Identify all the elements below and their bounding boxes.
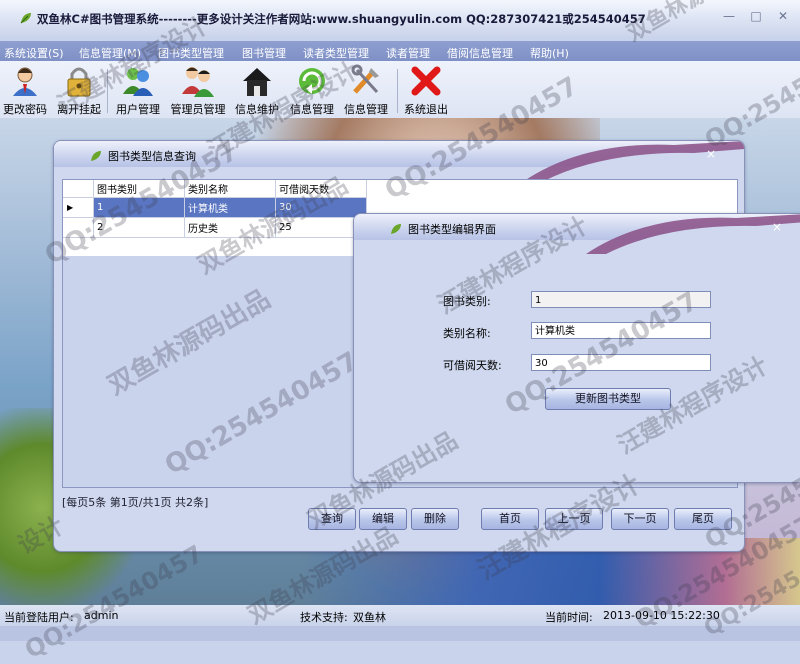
current-user-label: 当前登陆用户: [4, 611, 74, 624]
cell-category[interactable]: 2 [93, 217, 185, 238]
menu-system-settings[interactable]: 系统设置(S) [4, 45, 64, 61]
query-window-title: 图书类型信息查询 [108, 150, 196, 163]
next-page-button[interactable]: 下一页 [611, 508, 669, 530]
titlebar-wave-decoration [586, 214, 800, 254]
edit-window-close-button[interactable]: × [772, 220, 782, 234]
lock-icon [67, 67, 91, 97]
pager-info: [每页5条 第1页/共1页 共2条] [62, 496, 209, 509]
prev-page-button[interactable]: 上一页 [545, 508, 603, 530]
update-book-type-button[interactable]: 更新图书类型 [545, 388, 671, 410]
current-time-label: 当前时间: [545, 611, 593, 624]
query-window-close-button[interactable]: × [706, 147, 716, 161]
edit-window-titlebar: 图书类型编辑界面 × [354, 214, 800, 254]
close-button[interactable]: ✕ [772, 8, 794, 24]
home-icon [243, 68, 271, 96]
delete-button[interactable]: 删除 [411, 508, 459, 530]
menu-reader-management[interactable]: 读者管理 [386, 45, 430, 61]
maximize-button[interactable]: □ [745, 8, 767, 24]
refresh-icon [299, 68, 325, 94]
toolbar-info-management-tools-button[interactable]: 信息管理 [342, 64, 390, 117]
toolbar-label: 离开挂起 [57, 103, 101, 116]
first-page-button[interactable]: 首页 [481, 508, 539, 530]
tech-support-label: 技术支持: [300, 611, 348, 624]
toolbar-label: 信息管理 [290, 103, 334, 116]
cell-name[interactable]: 历史类 [184, 217, 276, 238]
menu-borrow-management[interactable]: 借阅信息管理 [447, 45, 513, 61]
menu-bar: 系统设置(S) 信息管理(M) 图书类型管理 图书管理 读者类型管理 读者管理 … [0, 41, 800, 61]
toolbar-exit-button[interactable]: 系统退出 [402, 64, 450, 117]
column-header-days[interactable]: 可借阅天数 [275, 180, 367, 198]
user-key-icon [13, 67, 37, 96]
toolbar-label: 信息管理 [344, 103, 388, 116]
status-bar: 当前登陆用户: admin 技术支持: 双鱼林 当前时间: 2013-09-10… [0, 605, 800, 626]
app-titlebar: 双鱼林C#图书管理系统--------更多设计关注作者网站:www.shuang… [0, 0, 800, 38]
admins-icon [182, 67, 214, 97]
days-label: 可借阅天数: [443, 359, 502, 372]
menu-help[interactable]: 帮助(H) [530, 45, 569, 61]
users-icon [123, 68, 153, 96]
cell-category[interactable]: 1 [93, 197, 185, 218]
row-indicator: ▶ [63, 197, 94, 218]
book-type-table: 图书类别 类别名称 可借阅天数 ▶ 1 计算机类 30 2 历史类 25 [63, 180, 367, 238]
column-header-category[interactable]: 图书类别 [93, 180, 185, 198]
current-time-value: 2013-09-10 15:22:30 [603, 609, 720, 622]
toolbar-change-password-button[interactable]: 更改密码 [2, 64, 48, 117]
row-indicator [63, 217, 94, 238]
toolbar-label: 管理员管理 [170, 103, 226, 116]
toolbar-label: 信息维护 [235, 103, 279, 116]
window-leaf-icon [91, 151, 101, 161]
table-header-row: 图书类别 类别名称 可借阅天数 [63, 180, 367, 198]
toolbar-user-management-button[interactable]: 用户管理 [114, 64, 162, 117]
row-indicator-header [63, 180, 94, 198]
toolbar-label: 更改密码 [3, 103, 47, 116]
menu-book-type-management[interactable]: 图书类型管理 [158, 45, 224, 61]
menu-info-management[interactable]: 信息管理(M) [79, 45, 141, 61]
toolbar-separator [107, 69, 108, 113]
book-type-edit-window: 图书类型编辑界面 × 图书类别: 1 类别名称: 计算机类 可借阅天数: 30 … [353, 213, 800, 483]
table-row[interactable]: ▶ 1 计算机类 30 [63, 197, 367, 218]
edit-button[interactable]: 编辑 [359, 508, 407, 530]
toolbar-leave-suspend-button[interactable]: 离开挂起 [56, 64, 102, 117]
tools-icon [351, 64, 379, 94]
days-field[interactable]: 30 [531, 354, 711, 371]
query-window-titlebar: 图书类型信息查询 × [54, 141, 744, 181]
tech-support-value: 双鱼林 [353, 611, 386, 624]
current-user-value: admin [84, 609, 119, 622]
minimize-button[interactable]: — [718, 8, 740, 24]
category-label: 图书类别: [443, 295, 491, 308]
toolbar-label: 用户管理 [116, 103, 160, 116]
column-header-name[interactable]: 类别名称 [184, 180, 276, 198]
menu-book-management[interactable]: 图书管理 [242, 45, 286, 61]
bottom-band [0, 626, 800, 641]
toolbar: 更改密码 离开挂起 用户管理 管理员管理 信息维护 信息管理 信息管理 系统退出 [0, 61, 800, 118]
cell-days[interactable]: 30 [275, 197, 367, 218]
exit-x-icon [411, 66, 441, 96]
toolbar-label: 系统退出 [404, 103, 448, 116]
name-label: 类别名称: [443, 327, 491, 340]
toolbar-info-maintenance-button[interactable]: 信息维护 [233, 64, 281, 117]
toolbar-info-management-button[interactable]: 信息管理 [288, 64, 336, 117]
edit-window-title: 图书类型编辑界面 [408, 223, 496, 236]
table-row[interactable]: 2 历史类 25 [63, 217, 367, 238]
query-button[interactable]: 查询 [308, 508, 356, 530]
toolbar-separator [397, 69, 398, 113]
app-title: 双鱼林C#图书管理系统--------更多设计关注作者网站:www.shuang… [37, 12, 646, 26]
cell-name[interactable]: 计算机类 [184, 197, 276, 218]
menu-reader-type-management[interactable]: 读者类型管理 [303, 45, 369, 61]
last-page-button[interactable]: 尾页 [674, 508, 732, 530]
app-leaf-icon [20, 13, 31, 24]
name-field[interactable]: 计算机类 [531, 322, 711, 339]
window-leaf-icon [391, 224, 401, 234]
category-field[interactable]: 1 [531, 291, 711, 308]
toolbar-admin-management-button[interactable]: 管理员管理 [169, 64, 227, 117]
